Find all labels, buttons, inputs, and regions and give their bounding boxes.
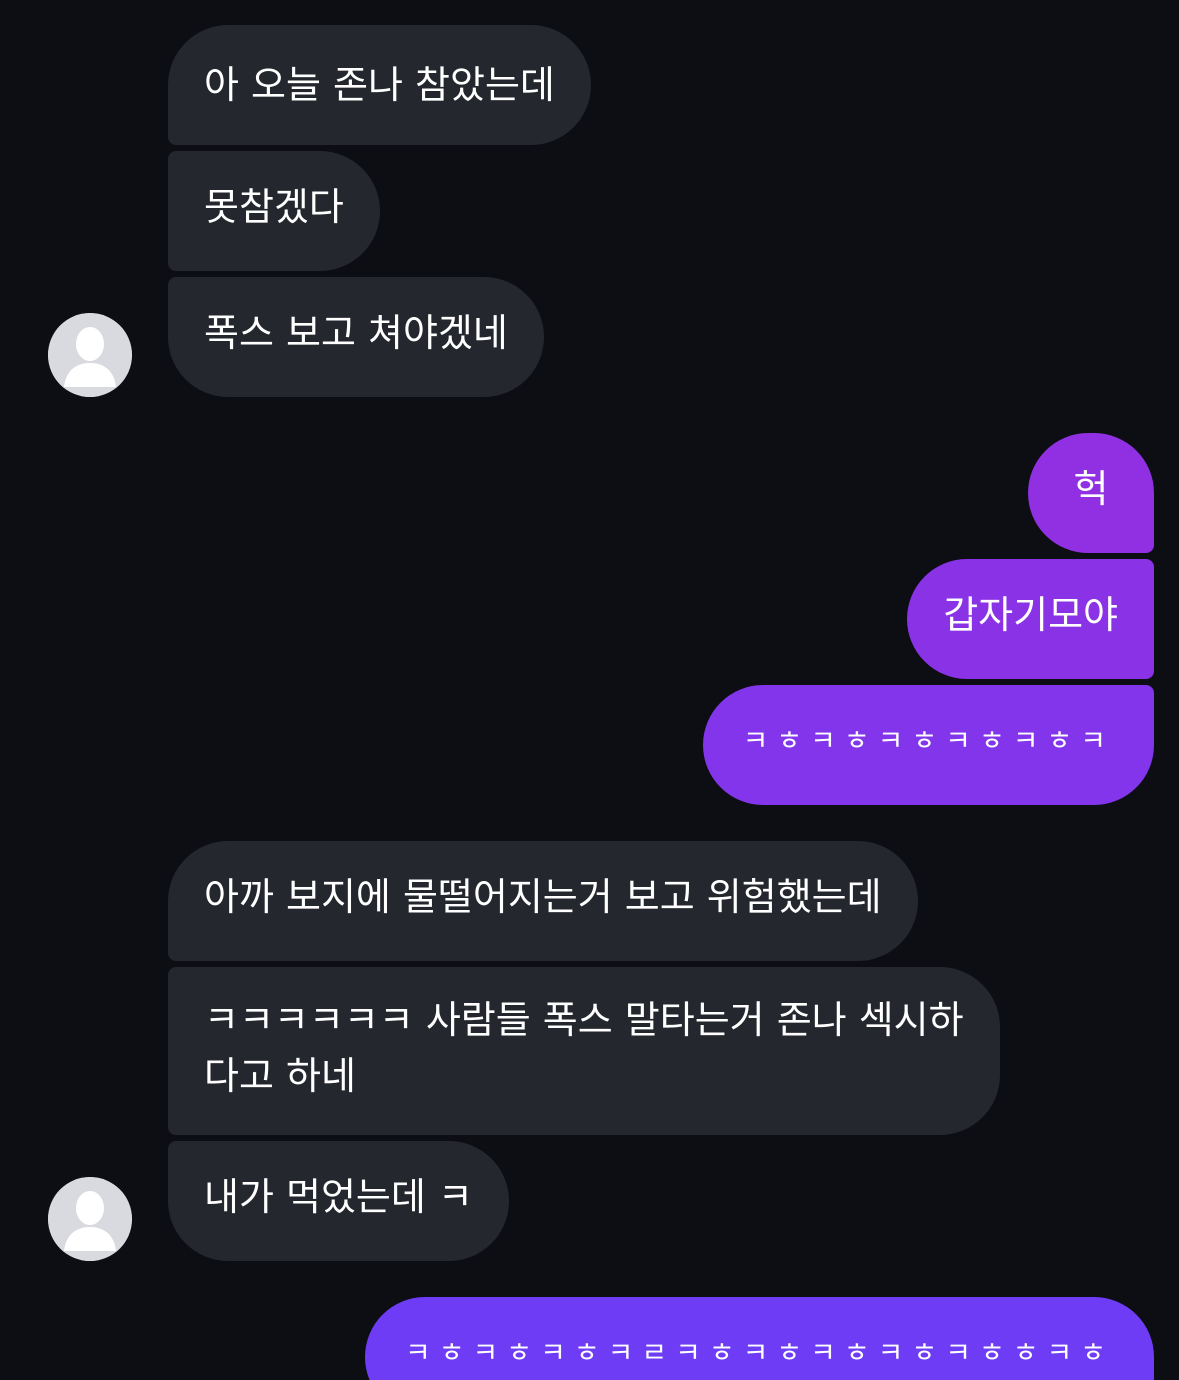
incoming-message[interactable]: 아까 보지에 물떨어지는거 보고 위험했는데 — [168, 841, 918, 961]
message-text: 못참겠다 — [204, 185, 344, 229]
incoming-message[interactable]: 아 오늘 존나 참았는데 — [168, 25, 591, 145]
default-user-avatar-icon — [48, 313, 132, 397]
message-text: ㅋㅎㅋㅎㅋㅎㅋㄹㅋㅎㅋㅎㅋㅎㅋㅎㅋㅎㅎㅋㅎ — [405, 1336, 1114, 1369]
sender-avatar-icon[interactable] — [48, 313, 132, 397]
message-text-line: 다고 하네 — [204, 1054, 356, 1098]
message-text: ㅋㅎㅋㅎㅋㅎㅋㅎㅋㅎㅋ — [742, 724, 1114, 757]
message-text: 아까 보지에 물떨어지는거 보고 위험했는데 — [204, 875, 882, 919]
incoming-message[interactable]: 폭스 보고 쳐야겠네 — [168, 277, 544, 397]
message-text: 아 오늘 존나 참았는데 — [204, 63, 555, 107]
incoming-message[interactable]: 못참겠다 — [168, 151, 380, 271]
message-text: 갑자기모야 — [943, 593, 1118, 637]
message-text: 폭스 보고 쳐야겠네 — [204, 311, 508, 355]
incoming-message[interactable]: 내가 먹었는데 ㅋ — [168, 1141, 509, 1261]
outgoing-message[interactable]: 갑자기모야 — [907, 559, 1154, 679]
chat-thread[interactable]: 아 오늘 존나 참았는데 못참겠다 폭스 보고 쳐야겠네 헉 갑자기모야 ㅋㅎㅋ… — [0, 0, 1179, 1380]
outgoing-message[interactable]: ㅋㅎㅋㅎㅋㅎㅋㅎㅋㅎㅋ — [702, 685, 1154, 805]
default-user-avatar-icon — [48, 1177, 132, 1261]
message-text: 헉 — [1073, 467, 1109, 511]
outgoing-message[interactable]: 헉 — [1028, 433, 1154, 553]
outgoing-message[interactable]: ㅋㅎㅋㅎㅋㅎㅋㄹㅋㅎㅋㅎㅋㅎㅋㅎㅋㅎㅎㅋㅎ — [365, 1297, 1154, 1380]
message-text-line: ㅋㅋㅋㅋㅋㅋ 사람들 폭스 말타는거 존나 섹시하 — [204, 998, 964, 1042]
message-text: 내가 먹었는데 ㅋ — [204, 1175, 473, 1219]
incoming-message[interactable]: ㅋㅋㅋㅋㅋㅋ 사람들 폭스 말타는거 존나 섹시하 다고 하네 — [168, 967, 1000, 1135]
sender-avatar-icon[interactable] — [48, 1177, 132, 1261]
